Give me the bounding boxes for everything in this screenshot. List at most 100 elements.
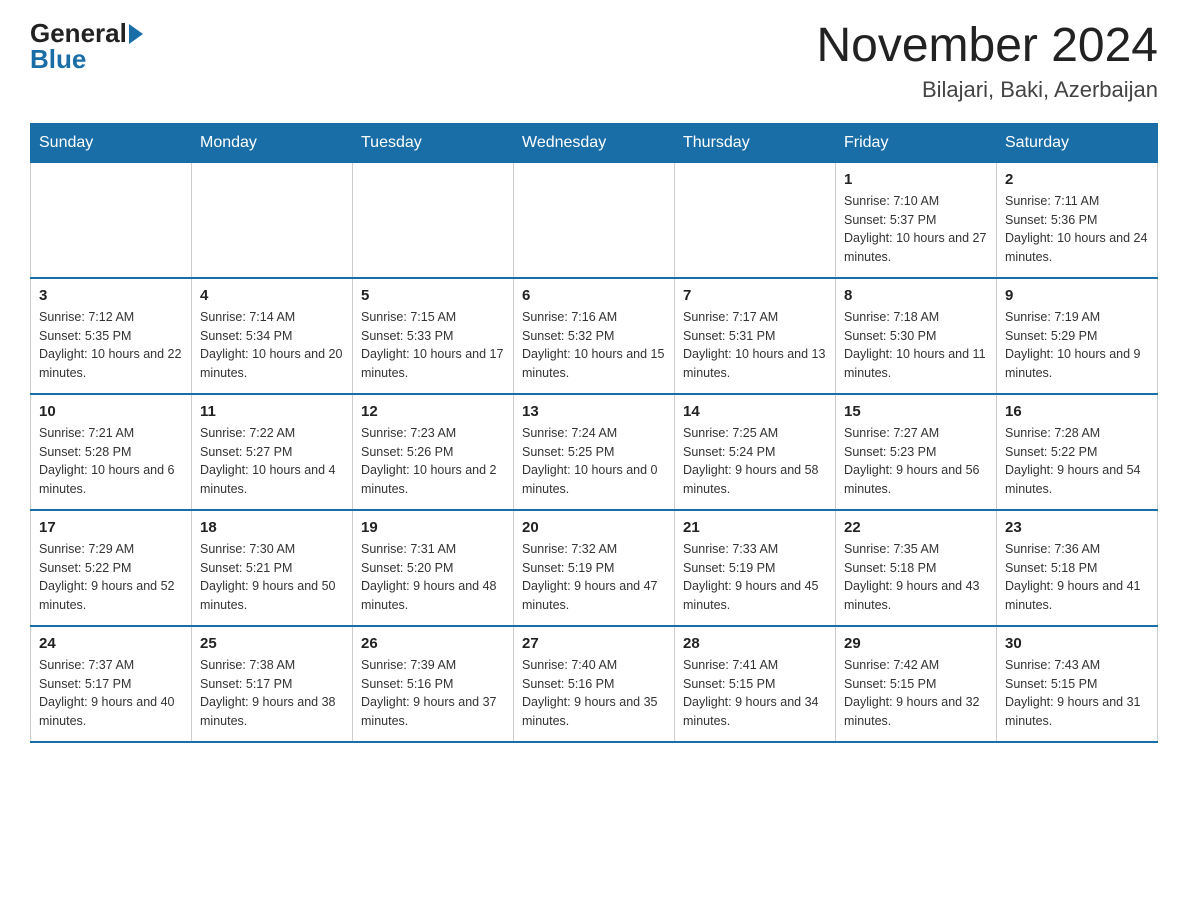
day-number: 15 bbox=[844, 403, 988, 420]
day-info: Sunrise: 7:33 AMSunset: 5:19 PMDaylight:… bbox=[683, 540, 827, 615]
day-number: 28 bbox=[683, 635, 827, 652]
calendar-cell: 27 Sunrise: 7:40 AMSunset: 5:16 PMDayligh… bbox=[514, 626, 675, 742]
day-info: Sunrise: 7:27 AMSunset: 5:23 PMDaylight:… bbox=[844, 424, 988, 499]
day-number: 2 bbox=[1005, 171, 1149, 188]
day-info: Sunrise: 7:22 AMSunset: 5:27 PMDaylight:… bbox=[200, 424, 344, 499]
calendar-cell: 2Sunrise: 7:11 AMSunset: 5:36 PMDaylight… bbox=[997, 162, 1158, 278]
calendar-cell: 25Sunrise: 7:38 AMSunset: 5:17 PMDayligh… bbox=[192, 626, 353, 742]
day-number: 11 bbox=[200, 403, 344, 420]
calendar-cell: 29 Sunrise: 7:42 AMSunset: 5:15 PMDayligh… bbox=[836, 626, 997, 742]
calendar-body: 1Sunrise: 7:10 AMSunset: 5:37 PMDaylight… bbox=[31, 162, 1158, 742]
calendar-cell bbox=[31, 162, 192, 278]
calendar-title: November 2024 bbox=[816, 20, 1158, 73]
calendar-cell: 15 Sunrise: 7:27 AMSunset: 5:23 PMDayligh… bbox=[836, 394, 997, 510]
calendar-cell: 8 Sunrise: 7:18 AMSunset: 5:30 PMDaylight… bbox=[836, 278, 997, 394]
weekday-header-saturday: Saturday bbox=[997, 123, 1158, 162]
day-number: 4 bbox=[200, 287, 344, 304]
logo-arrow-icon bbox=[129, 24, 143, 44]
day-number: 29 bbox=[844, 635, 988, 652]
general-label: General bbox=[30, 20, 127, 46]
day-info: Sunrise: 7:36 AMSunset: 5:18 PMDaylight:… bbox=[1005, 540, 1149, 615]
calendar-cell: 6 Sunrise: 7:16 AMSunset: 5:32 PMDaylight… bbox=[514, 278, 675, 394]
day-number: 3 bbox=[39, 287, 183, 304]
calendar-cell: 23 Sunrise: 7:36 AMSunset: 5:18 PMDayligh… bbox=[997, 510, 1158, 626]
calendar-cell: 3 Sunrise: 7:12 AMSunset: 5:35 PMDaylight… bbox=[31, 278, 192, 394]
calendar-cell bbox=[514, 162, 675, 278]
calendar-cell bbox=[675, 162, 836, 278]
day-info: Sunrise: 7:40 AMSunset: 5:16 PMDaylight:… bbox=[522, 656, 666, 731]
day-info: Sunrise: 7:39 AMSunset: 5:16 PMDaylight:… bbox=[361, 656, 505, 731]
calendar-cell bbox=[353, 162, 514, 278]
day-info: Sunrise: 7:14 AMSunset: 5:34 PMDaylight:… bbox=[200, 308, 344, 383]
day-number: 10 bbox=[39, 403, 183, 420]
day-number: 24 bbox=[39, 635, 183, 652]
day-number: 26 bbox=[361, 635, 505, 652]
calendar-cell: 9 Sunrise: 7:19 AMSunset: 5:29 PMDaylight… bbox=[997, 278, 1158, 394]
calendar-cell: 17 Sunrise: 7:29 AMSunset: 5:22 PMDayligh… bbox=[31, 510, 192, 626]
calendar-cell: 12 Sunrise: 7:23 AMSunset: 5:26 PMDayligh… bbox=[353, 394, 514, 510]
calendar-cell: 13Sunrise: 7:24 AMSunset: 5:25 PMDayligh… bbox=[514, 394, 675, 510]
day-number: 12 bbox=[361, 403, 505, 420]
weekday-header-row: SundayMondayTuesdayWednesdayThursdayFrid… bbox=[31, 123, 1158, 162]
day-number: 6 bbox=[522, 287, 666, 304]
day-info: Sunrise: 7:43 AMSunset: 5:15 PMDaylight:… bbox=[1005, 656, 1149, 731]
weekday-header-sunday: Sunday bbox=[31, 123, 192, 162]
calendar-cell: 22Sunrise: 7:35 AMSunset: 5:18 PMDayligh… bbox=[836, 510, 997, 626]
calendar-table: SundayMondayTuesdayWednesdayThursdayFrid… bbox=[30, 123, 1158, 743]
page-header: General Blue November 2024 Bilajari, Bak… bbox=[30, 20, 1158, 103]
day-number: 5 bbox=[361, 287, 505, 304]
day-number: 7 bbox=[683, 287, 827, 304]
day-info: Sunrise: 7:42 AMSunset: 5:15 PMDaylight:… bbox=[844, 656, 988, 731]
day-info: Sunrise: 7:29 AMSunset: 5:22 PMDaylight:… bbox=[39, 540, 183, 615]
day-info: Sunrise: 7:28 AMSunset: 5:22 PMDaylight:… bbox=[1005, 424, 1149, 499]
calendar-week-row: 1Sunrise: 7:10 AMSunset: 5:37 PMDaylight… bbox=[31, 162, 1158, 278]
day-number: 9 bbox=[1005, 287, 1149, 304]
day-info: Sunrise: 7:24 AMSunset: 5:25 PMDaylight:… bbox=[522, 424, 666, 499]
calendar-cell: 28Sunrise: 7:41 AMSunset: 5:15 PMDayligh… bbox=[675, 626, 836, 742]
day-info: Sunrise: 7:16 AMSunset: 5:32 PMDaylight:… bbox=[522, 308, 666, 383]
calendar-header: SundayMondayTuesdayWednesdayThursdayFrid… bbox=[31, 123, 1158, 162]
day-info: Sunrise: 7:10 AMSunset: 5:37 PMDaylight:… bbox=[844, 192, 988, 267]
day-info: Sunrise: 7:35 AMSunset: 5:18 PMDaylight:… bbox=[844, 540, 988, 615]
calendar-cell: 11 Sunrise: 7:22 AMSunset: 5:27 PMDayligh… bbox=[192, 394, 353, 510]
day-number: 23 bbox=[1005, 519, 1149, 536]
calendar-cell: 1Sunrise: 7:10 AMSunset: 5:37 PMDaylight… bbox=[836, 162, 997, 278]
day-info: Sunrise: 7:18 AMSunset: 5:30 PMDaylight:… bbox=[844, 308, 988, 383]
weekday-header-tuesday: Tuesday bbox=[353, 123, 514, 162]
calendar-cell: 26 Sunrise: 7:39 AMSunset: 5:16 PMDayligh… bbox=[353, 626, 514, 742]
day-info: Sunrise: 7:21 AMSunset: 5:28 PMDaylight:… bbox=[39, 424, 183, 499]
day-info: Sunrise: 7:12 AMSunset: 5:35 PMDaylight:… bbox=[39, 308, 183, 383]
day-number: 17 bbox=[39, 519, 183, 536]
logo-blue-text: Blue bbox=[30, 46, 86, 72]
weekday-header-monday: Monday bbox=[192, 123, 353, 162]
calendar-cell: 30 Sunrise: 7:43 AMSunset: 5:15 PMDayligh… bbox=[997, 626, 1158, 742]
day-info: Sunrise: 7:38 AMSunset: 5:17 PMDaylight:… bbox=[200, 656, 344, 731]
calendar-cell: 19Sunrise: 7:31 AMSunset: 5:20 PMDayligh… bbox=[353, 510, 514, 626]
day-info: Sunrise: 7:37 AMSunset: 5:17 PMDaylight:… bbox=[39, 656, 183, 731]
day-number: 19 bbox=[361, 519, 505, 536]
day-number: 21 bbox=[683, 519, 827, 536]
calendar-cell: 10 Sunrise: 7:21 AMSunset: 5:28 PMDayligh… bbox=[31, 394, 192, 510]
calendar-cell: 16 Sunrise: 7:28 AMSunset: 5:22 PMDayligh… bbox=[997, 394, 1158, 510]
weekday-header-wednesday: Wednesday bbox=[514, 123, 675, 162]
day-info: Sunrise: 7:32 AMSunset: 5:19 PMDaylight:… bbox=[522, 540, 666, 615]
day-info: Sunrise: 7:23 AMSunset: 5:26 PMDaylight:… bbox=[361, 424, 505, 499]
day-info: Sunrise: 7:25 AMSunset: 5:24 PMDaylight:… bbox=[683, 424, 827, 499]
weekday-header-friday: Friday bbox=[836, 123, 997, 162]
day-number: 8 bbox=[844, 287, 988, 304]
calendar-week-row: 3 Sunrise: 7:12 AMSunset: 5:35 PMDaylight… bbox=[31, 278, 1158, 394]
day-info: Sunrise: 7:17 AMSunset: 5:31 PMDaylight:… bbox=[683, 308, 827, 383]
logo-general-text: General bbox=[30, 20, 143, 46]
day-number: 30 bbox=[1005, 635, 1149, 652]
day-number: 16 bbox=[1005, 403, 1149, 420]
day-info: Sunrise: 7:30 AMSunset: 5:21 PMDaylight:… bbox=[200, 540, 344, 615]
day-number: 27 bbox=[522, 635, 666, 652]
day-info: Sunrise: 7:19 AMSunset: 5:29 PMDaylight:… bbox=[1005, 308, 1149, 383]
title-block: November 2024 Bilajari, Baki, Azerbaijan bbox=[816, 20, 1158, 103]
calendar-cell bbox=[192, 162, 353, 278]
logo: General Blue bbox=[30, 20, 143, 72]
calendar-cell: 21 Sunrise: 7:33 AMSunset: 5:19 PMDayligh… bbox=[675, 510, 836, 626]
calendar-week-row: 10 Sunrise: 7:21 AMSunset: 5:28 PMDayligh… bbox=[31, 394, 1158, 510]
calendar-cell: 7 Sunrise: 7:17 AMSunset: 5:31 PMDaylight… bbox=[675, 278, 836, 394]
day-number: 20 bbox=[522, 519, 666, 536]
